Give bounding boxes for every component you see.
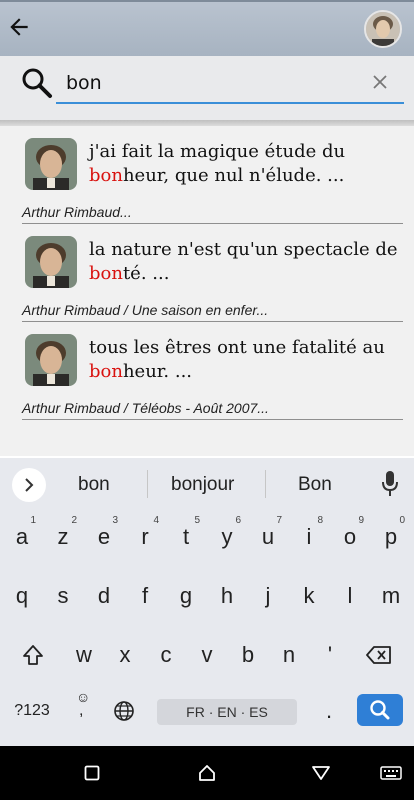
quote-source: Arthur Rimbaud / Téléobs - Août 2007...: [22, 400, 269, 416]
quote-text: j'ai fait la magique étude du bonheur, q…: [89, 141, 346, 186]
quote-source: Arthur Rimbaud / Une saison en enfer...: [22, 302, 269, 318]
key-y[interactable]: y6: [207, 512, 247, 562]
chevron-right-icon: [25, 478, 34, 492]
space-bar[interactable]: FR · EN · ES: [157, 699, 297, 725]
list-item[interactable]: tous les êtres ont une fatalité au bonhe…: [0, 322, 414, 420]
expand-toolbar-button[interactable]: [12, 468, 46, 502]
close-icon[interactable]: [372, 74, 388, 90]
results-list: j'ai fait la magique étude du bonheur, q…: [0, 126, 414, 456]
back-triangle-icon[interactable]: [311, 765, 331, 781]
language-key[interactable]: [104, 686, 144, 736]
search-enter-key[interactable]: [357, 694, 403, 726]
key-o[interactable]: o9: [330, 512, 370, 562]
key-k[interactable]: k: [289, 571, 329, 621]
list-item[interactable]: j'ai fait la magique étude du bonheur, q…: [0, 126, 414, 224]
system-nav-bar: [0, 746, 414, 800]
author-thumbnail: [25, 138, 77, 190]
key-v[interactable]: v: [187, 630, 227, 680]
key-u[interactable]: u7: [248, 512, 288, 562]
author-thumbnail: [25, 236, 77, 288]
quote-text: la nature n'est qu'un spectacle de bonté…: [89, 239, 398, 284]
search-highlight: bon: [89, 361, 123, 382]
search-highlight: bon: [89, 165, 123, 186]
key-q[interactable]: q: [2, 571, 42, 621]
search-bar: [0, 56, 414, 121]
app-bar: [0, 0, 414, 56]
user-avatar[interactable]: [364, 10, 402, 48]
key-a[interactable]: a1: [2, 512, 42, 562]
search-input[interactable]: [56, 64, 404, 104]
backspace-icon: [366, 646, 391, 664]
list-item[interactable]: la nature n'est qu'un spectacle de bonté…: [0, 224, 414, 322]
search-highlight: bon: [89, 263, 123, 284]
home-icon[interactable]: [198, 764, 216, 782]
key-r[interactable]: r4: [125, 512, 165, 562]
microphone-icon[interactable]: [380, 470, 400, 498]
keyboard-suggestion-bar: bon bonjour Bon: [0, 458, 414, 510]
symbols-key[interactable]: ?123: [6, 686, 58, 736]
key-e[interactable]: e3: [84, 512, 124, 562]
key-x[interactable]: x: [105, 630, 145, 680]
keyboard: a1 z2 e3 r4 t5 y6 u7 i8 o9 p0 q s d f g …: [0, 510, 414, 746]
globe-icon: [114, 701, 134, 721]
key-z[interactable]: z2: [43, 512, 83, 562]
keyboard-icon[interactable]: [380, 766, 402, 780]
emoji-comma-key[interactable]: ☺ ,: [63, 686, 101, 736]
key-d[interactable]: d: [84, 571, 124, 621]
divider: [22, 419, 403, 420]
quote-source: Arthur Rimbaud...: [22, 204, 132, 220]
search-icon: [370, 700, 390, 720]
key-j[interactable]: j: [248, 571, 288, 621]
key-n[interactable]: n: [269, 630, 309, 680]
author-thumbnail: [25, 334, 77, 386]
key-i[interactable]: i8: [289, 512, 329, 562]
key-g[interactable]: g: [166, 571, 206, 621]
shift-key[interactable]: [13, 630, 53, 680]
key-p[interactable]: p0: [371, 512, 411, 562]
back-arrow-icon[interactable]: [6, 14, 32, 40]
suggestion-1[interactable]: bon: [78, 474, 110, 496]
suggestion-3[interactable]: Bon: [298, 474, 332, 496]
recent-apps-icon[interactable]: [84, 765, 100, 781]
key-l[interactable]: l: [330, 571, 370, 621]
key-b[interactable]: b: [228, 630, 268, 680]
shift-icon: [23, 645, 43, 665]
divider: [147, 470, 148, 498]
suggestion-2[interactable]: bonjour: [171, 474, 234, 496]
search-icon: [22, 68, 52, 98]
key-f[interactable]: f: [125, 571, 165, 621]
quote-text: tous les êtres ont une fatalité au bonhe…: [89, 337, 385, 382]
backspace-key[interactable]: [359, 630, 399, 680]
divider: [265, 470, 266, 498]
key-apostrophe[interactable]: ': [310, 630, 350, 680]
key-c[interactable]: c: [146, 630, 186, 680]
key-t[interactable]: t5: [166, 512, 206, 562]
key-h[interactable]: h: [207, 571, 247, 621]
period-key[interactable]: .: [309, 686, 349, 736]
key-s[interactable]: s: [43, 571, 83, 621]
key-m[interactable]: m: [371, 571, 411, 621]
